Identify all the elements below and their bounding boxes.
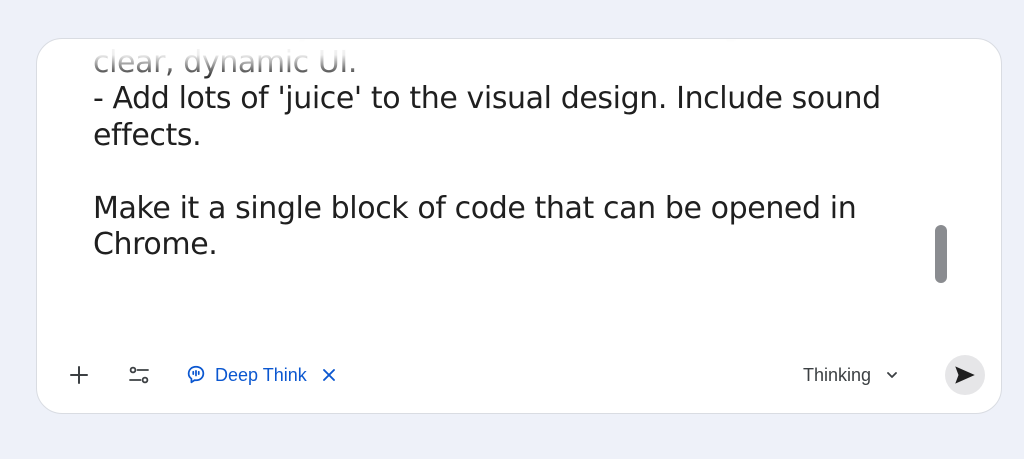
plus-icon [70,366,88,384]
deep-think-chip[interactable]: Deep Think [185,359,337,391]
prompt-text[interactable]: - The visual style should be colorful an… [93,39,881,264]
tools-sliders-icon [129,366,149,384]
deep-think-close-button[interactable] [321,367,337,383]
tools-button[interactable] [123,359,155,391]
model-selector[interactable]: Thinking [803,359,899,391]
scrollbar-thumb[interactable] [935,225,947,283]
close-icon [322,369,335,381]
prompt-card: - The visual style should be colorful an… [36,38,1002,414]
prompt-input[interactable]: - The visual style should be colorful an… [93,39,923,335]
deep-think-icon [187,365,205,384]
chevron-down-icon [887,372,897,378]
deep-think-label: Deep Think [215,364,307,385]
input-toolbar: Deep Think Thinking [37,353,1001,397]
model-selector-label: Thinking [803,364,872,385]
add-button[interactable] [63,359,95,391]
send-icon [955,366,975,384]
send-button[interactable] [945,355,985,395]
